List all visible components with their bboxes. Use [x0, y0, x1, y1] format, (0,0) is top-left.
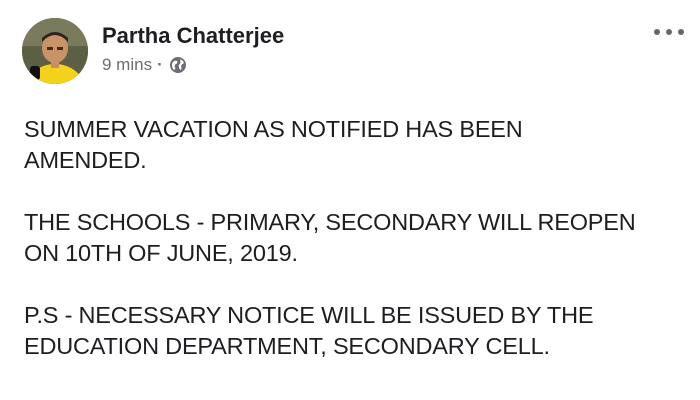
- post-meta: Partha Chatterjee 9 mins ·: [102, 18, 284, 76]
- post-paragraph: SUMMER VACATION AS NOTIFIED HAS BEEN AME…: [24, 116, 523, 173]
- avatar-photo-icon: [22, 18, 88, 84]
- more-dot: [678, 29, 684, 35]
- globe-icon[interactable]: [169, 56, 187, 74]
- post-header: Partha Chatterjee 9 mins ·: [22, 18, 284, 88]
- post-subline: 9 mins ·: [102, 54, 284, 76]
- post-body: SUMMER VACATION AS NOTIFIED HAS BEEN AME…: [24, 114, 684, 393]
- post-timestamp[interactable]: 9 mins: [102, 54, 152, 76]
- facebook-post: Partha Chatterjee 9 mins · SUMMER VACATI…: [0, 0, 700, 400]
- more-options-icon[interactable]: [654, 24, 684, 40]
- author-name[interactable]: Partha Chatterjee: [102, 22, 284, 50]
- author-avatar[interactable]: [22, 18, 88, 84]
- post-paragraph: THE SCHOOLS - PRIMARY, SECONDARY WILL RE…: [24, 209, 636, 266]
- post-paragraph: P.S - NECESSARY NOTICE WILL BE ISSUED BY…: [24, 302, 594, 359]
- separator-dot: ·: [157, 55, 163, 74]
- more-dot: [654, 29, 660, 35]
- more-dot: [666, 29, 672, 35]
